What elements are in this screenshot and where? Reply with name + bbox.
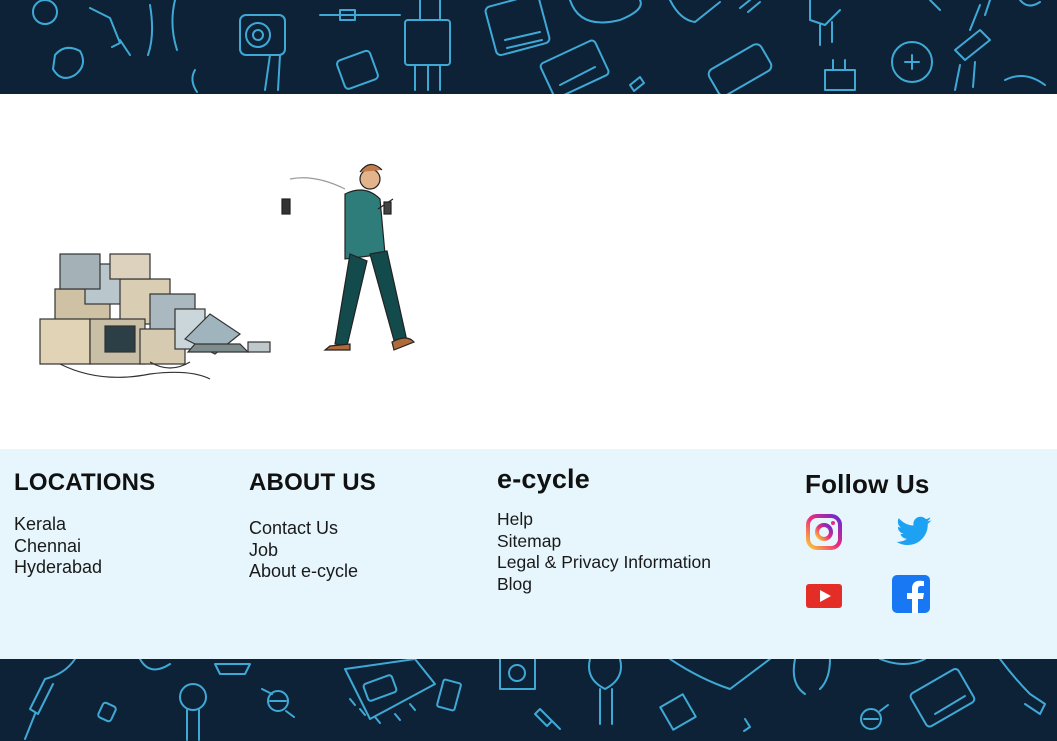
top-banner-pattern [0, 0, 1057, 94]
follow-us-column: Follow Us [805, 469, 1045, 639]
location-link-chennai[interactable]: Chennai [14, 536, 155, 558]
blog-link[interactable]: Blog [497, 574, 711, 596]
help-link[interactable]: Help [497, 509, 711, 531]
legal-privacy-link[interactable]: Legal & Privacy Information [497, 552, 711, 574]
youtube-icon[interactable] [805, 577, 843, 615]
ecycle-heading: e-cycle [497, 464, 590, 494]
site-footer: LOCATIONS Kerala Chennai Hyderabad ABOUT… [0, 449, 1057, 659]
hero-illustration [0, 94, 1057, 449]
locations-heading: LOCATIONS [14, 469, 156, 496]
about-column: ABOUT US Contact Us Job About e-cycle [249, 469, 376, 583]
sitemap-link[interactable]: Sitemap [497, 531, 711, 553]
location-link-hyderabad[interactable]: Hyderabad [14, 557, 155, 579]
facebook-icon[interactable] [892, 575, 930, 613]
location-link-kerala[interactable]: Kerala [14, 514, 155, 536]
twitter-icon[interactable] [895, 513, 933, 551]
follow-us-heading: Follow Us [805, 469, 930, 499]
instagram-icon[interactable] [805, 513, 843, 551]
locations-list: Kerala Chennai Hyderabad [14, 514, 155, 579]
walking-man-illustration [281, 163, 416, 351]
about-heading: ABOUT US [249, 469, 376, 496]
about-ecycle-link[interactable]: About e-cycle [249, 561, 376, 583]
bottom-banner-pattern [0, 659, 1057, 741]
contact-us-link[interactable]: Contact Us [249, 518, 376, 540]
about-list: Contact Us Job About e-cycle [249, 518, 376, 583]
e-waste-pile-illustration [39, 253, 271, 380]
job-link[interactable]: Job [249, 540, 376, 562]
locations-column: LOCATIONS Kerala Chennai Hyderabad [14, 469, 155, 579]
ecycle-column: e-cycle Help Sitemap Legal & Privacy Inf… [497, 464, 711, 595]
ecycle-list: Help Sitemap Legal & Privacy Information… [497, 509, 711, 595]
